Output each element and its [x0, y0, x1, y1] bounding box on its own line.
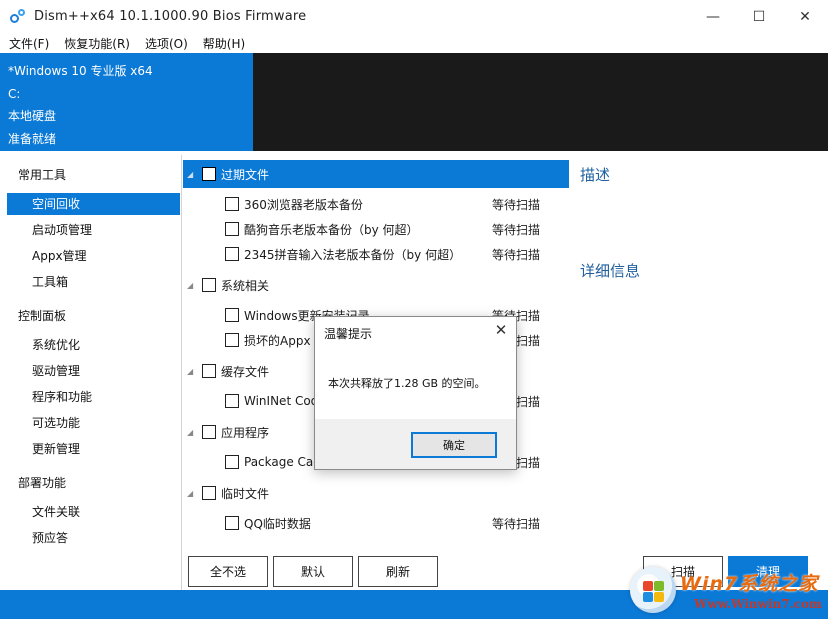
select-none-button[interactable]: 全不选 — [188, 556, 268, 587]
description-title: 描述 — [580, 164, 610, 185]
sidebar-item-drivers[interactable]: 驱动管理 — [7, 360, 180, 382]
sidebar-header-deploy: 部署功能 — [18, 474, 66, 491]
checkbox[interactable] — [202, 364, 216, 378]
menu-file[interactable]: 文件(F) — [9, 35, 49, 52]
sidebar-item-system-optimize[interactable]: 系统优化 — [7, 334, 180, 356]
checkbox[interactable] — [225, 333, 239, 347]
checkbox[interactable] — [225, 516, 239, 530]
watermark-url: Www.Winwin7.com — [694, 597, 822, 611]
windows-logo-icon — [630, 567, 676, 613]
collapse-arrow-icon[interactable]: ◢ — [187, 489, 197, 498]
collapse-arrow-icon[interactable]: ◢ — [187, 170, 197, 179]
scan-status: 等待扫描 — [492, 515, 540, 532]
session-status: 准备就绪 — [8, 128, 245, 151]
site-watermark: Win7系统之家 Www.Winwin7.com — [628, 563, 828, 619]
session-strip — [253, 53, 828, 151]
refresh-button[interactable]: 刷新 — [358, 556, 438, 587]
menu-bar: 文件(F) 恢复功能(R) 选项(O) 帮助(H) — [0, 33, 828, 53]
collapse-arrow-icon[interactable]: ◢ — [187, 367, 197, 376]
checkbox[interactable] — [202, 425, 216, 439]
close-button[interactable]: ✕ — [782, 0, 828, 33]
sidebar-header-common-tools: 常用工具 — [18, 166, 66, 183]
list-item[interactable]: 360浏览器老版本备份 等待扫描 — [183, 190, 569, 218]
sidebar-item-programs[interactable]: 程序和功能 — [7, 386, 180, 408]
sidebar-item-space-reclaim[interactable]: 空间回收 — [7, 193, 180, 215]
sidebar-item-file-assoc[interactable]: 文件关联 — [7, 501, 180, 523]
dialog-title: 温馨提示 — [324, 325, 372, 342]
detail-info-title: 详细信息 — [580, 260, 640, 281]
sidebar-item-answer-file[interactable]: 预应答 — [7, 527, 180, 549]
checkbox[interactable] — [202, 167, 216, 181]
list-item[interactable]: 酷狗音乐老版本备份（by 何超） 等待扫描 — [183, 215, 569, 243]
title-bar: Dism++x64 10.1.1000.90 Bios Firmware — ☐… — [0, 0, 828, 33]
window-title: Dism++x64 10.1.1000.90 Bios Firmware — [34, 9, 306, 24]
info-dialog: 温馨提示 ✕ 本次共释放了1.28 GB 的空间。 确定 — [314, 316, 517, 470]
maximize-button[interactable]: ☐ — [736, 0, 782, 33]
dialog-footer: 确定 — [315, 419, 516, 469]
sidebar-item-updates[interactable]: 更新管理 — [7, 438, 180, 460]
app-gear-icon — [10, 9, 26, 25]
list-item[interactable]: ◢ 临时文件 — [183, 479, 569, 507]
sidebar-header-control-panel: 控制面板 — [18, 307, 66, 324]
menu-options[interactable]: 选项(O) — [145, 35, 188, 52]
default-button[interactable]: 默认 — [273, 556, 353, 587]
scan-status: 等待扫描 — [492, 221, 540, 238]
session-info-panel[interactable]: *Windows 10 专业版 x64 C: 本地硬盘 准备就绪 — [0, 53, 253, 151]
minimize-button[interactable]: — — [690, 0, 736, 33]
list-item[interactable]: ◢ 过期文件 — [183, 160, 569, 188]
collapse-arrow-icon[interactable]: ◢ — [187, 281, 197, 290]
sidebar-item-startup[interactable]: 启动项管理 — [7, 219, 180, 241]
disk-type: 本地硬盘 — [8, 105, 245, 128]
list-item[interactable]: 2345拼音输入法老版本备份（by 何超） 等待扫描 — [183, 240, 569, 268]
sidebar-item-optional-features[interactable]: 可选功能 — [7, 412, 180, 434]
sidebar-item-appx[interactable]: Appx管理 — [7, 245, 180, 267]
checkbox[interactable] — [225, 197, 239, 211]
checkbox[interactable] — [225, 308, 239, 322]
dialog-ok-button[interactable]: 确定 — [411, 432, 497, 458]
dialog-close-icon[interactable]: ✕ — [491, 321, 511, 339]
checkbox[interactable] — [202, 278, 216, 292]
checkbox[interactable] — [225, 247, 239, 261]
scan-status: 等待扫描 — [492, 246, 540, 263]
scan-status: 等待扫描 — [492, 196, 540, 213]
os-name: *Windows 10 专业版 x64 — [8, 60, 245, 83]
checkbox[interactable] — [225, 455, 239, 469]
list-item[interactable]: QQ临时数据 等待扫描 — [183, 509, 569, 537]
menu-help[interactable]: 帮助(H) — [203, 35, 245, 52]
sidebar: 常用工具 空间回收 启动项管理 Appx管理 工具箱 控制面板 系统优化 驱动管… — [4, 155, 182, 590]
list-item[interactable]: ◢ 系统相关 — [183, 271, 569, 299]
checkbox[interactable] — [225, 394, 239, 408]
drive-letter: C: — [8, 83, 245, 106]
dialog-message: 本次共释放了1.28 GB 的空间。 — [328, 375, 486, 391]
checkbox[interactable] — [202, 486, 216, 500]
menu-restore[interactable]: 恢复功能(R) — [64, 35, 130, 52]
collapse-arrow-icon[interactable]: ◢ — [187, 428, 197, 437]
checkbox[interactable] — [225, 222, 239, 236]
watermark-brand: Win7系统之家 — [680, 569, 818, 596]
sidebar-item-toolbox[interactable]: 工具箱 — [7, 271, 180, 293]
description-panel: 描述 详细信息 — [571, 155, 828, 545]
